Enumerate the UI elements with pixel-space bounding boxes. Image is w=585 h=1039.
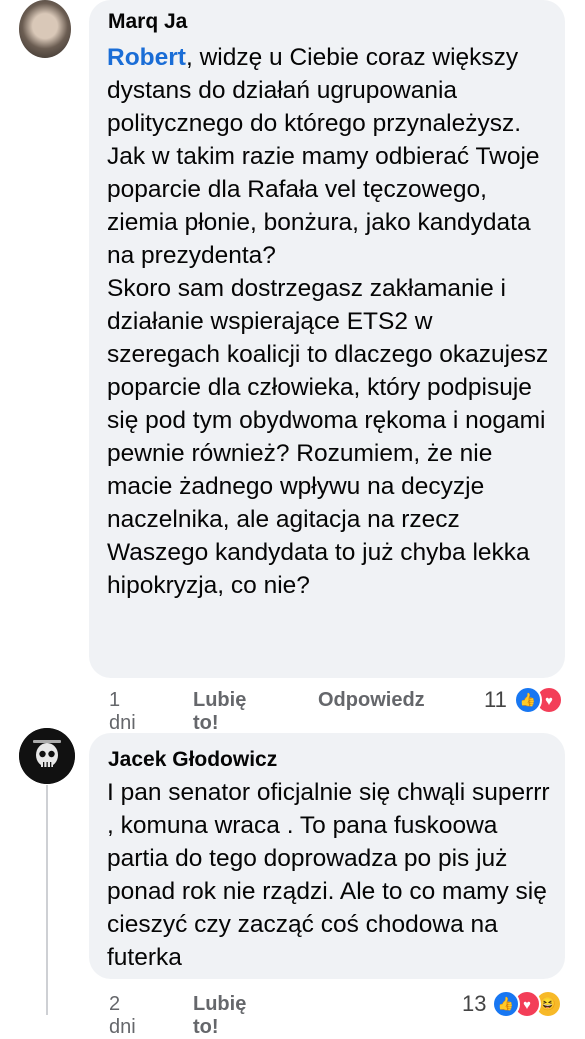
- avatar-jacek-glodowicz[interactable]: [19, 728, 75, 784]
- like-button[interactable]: Lubię to!: [193, 993, 246, 1039]
- reaction-count[interactable]: 11: [484, 687, 507, 713]
- like-reaction-icon[interactable]: 👍: [492, 990, 520, 1018]
- comment-author[interactable]: Jacek Głodowicz: [108, 748, 277, 772]
- thread-line: [46, 785, 48, 1015]
- comment-body: , widzę u Ciebie coraz większy dystans d…: [107, 44, 549, 599]
- mention-link[interactable]: Robert: [107, 44, 186, 71]
- skull-logo-icon: [19, 728, 75, 784]
- avatar-marq-ja[interactable]: [19, 0, 71, 58]
- comment-time[interactable]: 2 dni: [109, 993, 136, 1039]
- comment-author[interactable]: Marq Ja: [108, 10, 187, 34]
- reply-button[interactable]: Odpowiedz: [318, 689, 425, 712]
- comment-time[interactable]: 1 dni: [109, 689, 136, 735]
- comment-text: Robert, widzę u Ciebie coraz większy dys…: [107, 41, 551, 602]
- like-reaction-icon[interactable]: 👍: [514, 686, 542, 714]
- comment-bubble: Marq Ja Robert, widzę u Ciebie coraz wię…: [89, 0, 565, 678]
- reaction-count[interactable]: 13: [462, 991, 486, 1017]
- comment-bubble: Jacek Głodowicz I pan senator oficjalnie…: [89, 733, 565, 979]
- like-button[interactable]: Lubię to!: [193, 689, 246, 735]
- comment-text: I pan senator oficjalnie się chwąli supe…: [107, 779, 550, 971]
